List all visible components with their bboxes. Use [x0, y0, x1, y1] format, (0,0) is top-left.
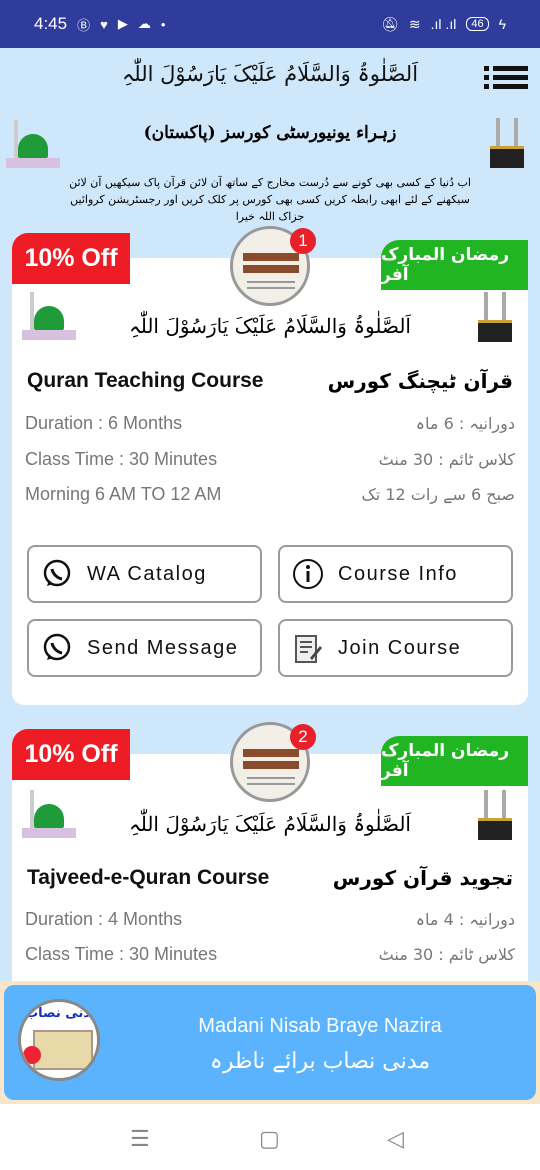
send-message-button[interactable]: Send Message [27, 619, 262, 677]
mute-icon: 🔕︎ [381, 15, 399, 32]
course-title: Quran Teaching Course [27, 369, 264, 392]
course-number-badge: 2 [290, 724, 316, 750]
app-description: اب دُنیا کے کسی بھی کونے سے دُرست مخارج … [69, 176, 471, 223]
banner-title: Madani Nisab Braye Nazira [198, 1015, 442, 1037]
dot-icon: • [160, 16, 166, 32]
discount-badge: 10% Off [12, 729, 130, 780]
timing-urdu: صبح 6 سے رات 12 تک [361, 485, 515, 504]
wa-catalog-button[interactable]: WA Catalog [27, 545, 262, 603]
wa-catalog-label: WA Catalog [87, 562, 207, 585]
banner-title-urdu: مدنی نصاب برائے ناظرہ [209, 1049, 431, 1074]
whatsapp-icon [41, 632, 73, 664]
main-content[interactable]: اَلصَّلٰوۃُ وَالسَّلَامُ عَلَیْکَ یَارَس… [0, 48, 540, 1104]
cloud-icon: ☁ [137, 16, 151, 31]
back-icon[interactable]: ◁ [387, 1126, 404, 1152]
duration: Duration : 6 Months [25, 413, 183, 433]
duration: Duration : 4 Months [25, 909, 183, 929]
class-time: Class Time : 30 Minutes [25, 449, 218, 469]
header-calligraphy: اَلصَّلٰوۃُ وَالسَّلَامُ عَلَیْکَ یَارَس… [121, 62, 419, 86]
form-icon [292, 632, 324, 664]
battery-icon: 46 [466, 17, 489, 31]
offer-badge: رمضان المبارک آفر [381, 240, 528, 290]
card-calligraphy: اَلصَّلٰوۃُ وَالسَّلَامُ عَلَیْکَ یَارَس… [129, 314, 411, 338]
class-time: Class Time : 30 Minutes [25, 944, 218, 964]
app-heart-icon: ♥ [100, 16, 108, 32]
course-title: Tajveed-e-Quran Course [27, 866, 270, 889]
class-time-urdu: کلاس ٹائم : 30 منٹ [378, 450, 515, 469]
course-info-label: Course Info [338, 562, 458, 585]
status-bar: 4:45 Ⓑ ♥ ▶ ☁ • 🔕︎ ≋ .ıl .ıl 46 ϟ [0, 0, 540, 48]
duration-urdu: دورانیہ : 4 ماہ [415, 910, 515, 929]
join-course-button[interactable]: Join Course [278, 619, 513, 677]
system-nav-bar: ☰ ▢ ◁ [0, 1104, 540, 1170]
course-info-button[interactable]: Course Info [278, 545, 513, 603]
menu-icon[interactable] [484, 66, 528, 92]
promo-banner[interactable]: مدنی نصاب Madani Nisab Braye Nazira مدنی… [0, 981, 540, 1104]
charging-icon: ϟ [498, 16, 506, 32]
timing: Morning 6 AM TO 12 AM [25, 484, 222, 504]
duration-urdu: دورانیہ : 6 ماہ [415, 414, 515, 433]
card-calligraphy: اَلصَّلٰوۃُ وَالسَّلَامُ عَلَیْکَ یَارَس… [129, 812, 411, 836]
whatsapp-icon [41, 558, 73, 590]
course-title-urdu: قرآن ٹیچنگ کورس [327, 369, 513, 393]
status-time: 4:45 [34, 14, 68, 33]
banner-thumb-text: مدنی نصاب [25, 1006, 99, 1021]
business-icon: Ⓑ [77, 17, 91, 33]
app-title: زہراء یونیورسٹی کورسز (پاکستان) [143, 123, 397, 143]
course-number-badge: 1 [290, 228, 316, 254]
home-icon[interactable]: ▢ [259, 1126, 280, 1152]
course-title-urdu: تجوید قرآن کورس [332, 866, 513, 890]
discount-badge: 10% Off [12, 233, 130, 284]
class-time-urdu: کلاس ٹائم : 30 منٹ [378, 945, 515, 964]
youtube-icon: ▶ [117, 16, 128, 31]
join-course-label: Join Course [338, 636, 462, 659]
offer-badge: رمضان المبارک آفر [381, 736, 528, 786]
signal-icon: .ıl .ıl [430, 16, 457, 32]
info-icon [292, 558, 324, 590]
wifi-icon: ≋ [408, 15, 421, 32]
banner-thumbnail: مدنی نصاب [18, 999, 100, 1081]
recents-icon[interactable]: ☰ [130, 1126, 150, 1152]
send-message-label: Send Message [87, 636, 239, 659]
